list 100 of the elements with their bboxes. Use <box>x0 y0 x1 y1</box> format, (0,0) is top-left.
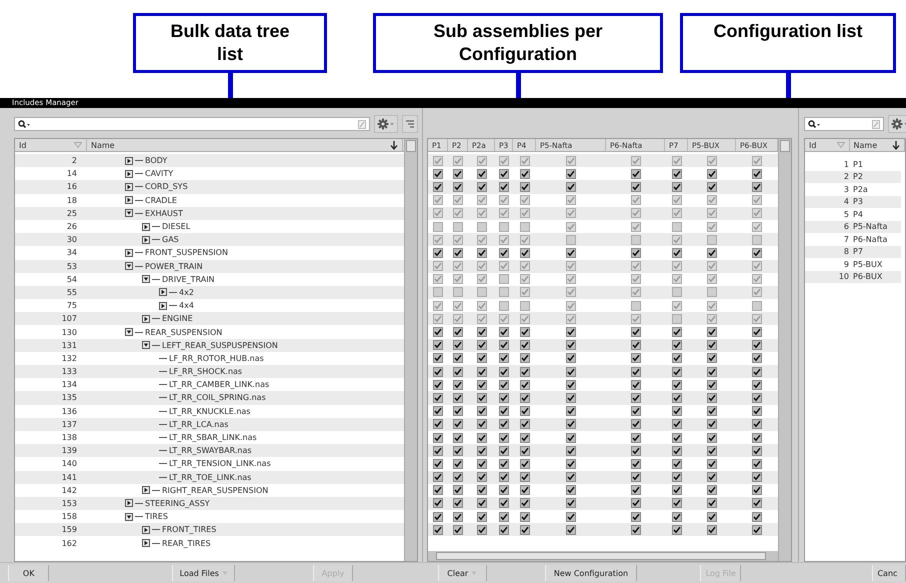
checkbox[interactable] <box>499 498 509 508</box>
checkbox[interactable] <box>566 168 576 179</box>
checkbox[interactable] <box>630 234 640 245</box>
checkbox[interactable] <box>453 248 463 258</box>
checkbox[interactable] <box>630 524 640 535</box>
expand-toggle-icon[interactable] <box>142 486 150 494</box>
clear-field-icon[interactable] <box>872 120 880 128</box>
checkbox[interactable] <box>630 248 640 258</box>
checkbox[interactable] <box>476 287 486 298</box>
checkbox[interactable] <box>476 406 486 416</box>
checkbox[interactable] <box>520 472 530 482</box>
expand-toggle-icon[interactable] <box>125 156 133 165</box>
checkbox[interactable] <box>672 195 682 206</box>
checkbox[interactable] <box>476 380 486 390</box>
checkbox[interactable] <box>566 314 576 324</box>
checkbox[interactable] <box>499 524 509 535</box>
tree-item-label[interactable]: DRIVE_TRAIN <box>162 274 215 284</box>
checkbox[interactable] <box>752 248 762 258</box>
checkbox[interactable] <box>476 168 486 179</box>
checkbox[interactable] <box>672 314 682 324</box>
checkbox[interactable] <box>672 380 682 390</box>
checkbox[interactable] <box>707 366 717 377</box>
tree-item-label[interactable]: LF_RR_SHOCK.nas <box>169 367 242 376</box>
checkbox[interactable] <box>630 472 640 482</box>
checkbox[interactable] <box>476 182 486 192</box>
checkbox[interactable] <box>499 380 509 390</box>
button[interactable]: Clear <box>438 565 487 581</box>
expand-toggle-icon[interactable] <box>142 539 150 548</box>
checkbox[interactable] <box>453 485 463 496</box>
checkbox[interactable] <box>433 261 443 272</box>
checkbox[interactable] <box>672 406 682 416</box>
checkbox[interactable] <box>520 353 530 364</box>
vertical-scrollbar[interactable] <box>778 139 791 561</box>
checkbox[interactable] <box>707 419 717 430</box>
checkbox[interactable] <box>707 208 717 218</box>
checkbox[interactable] <box>520 432 530 443</box>
vertical-scrollbar[interactable] <box>404 139 417 561</box>
checkbox[interactable] <box>630 274 640 284</box>
checkbox[interactable] <box>630 208 640 218</box>
checkbox[interactable] <box>566 182 576 192</box>
scrollbar-thumb[interactable] <box>436 552 766 560</box>
checkbox[interactable] <box>499 392 509 403</box>
column-header[interactable]: Name <box>854 140 878 150</box>
checkbox[interactable] <box>476 485 486 496</box>
checkbox[interactable] <box>752 287 762 298</box>
checkbox[interactable] <box>707 182 717 192</box>
search-field[interactable] <box>804 117 884 131</box>
checkbox[interactable] <box>752 380 762 390</box>
checkbox[interactable] <box>499 195 509 206</box>
checkbox[interactable] <box>630 222 640 232</box>
checkbox[interactable] <box>707 498 717 508</box>
checkbox[interactable] <box>672 327 682 338</box>
checkbox[interactable] <box>476 222 486 232</box>
checkbox[interactable] <box>520 524 530 535</box>
tree-item-label[interactable]: DIESEL <box>162 222 190 232</box>
checkbox[interactable] <box>476 274 486 284</box>
checkbox[interactable] <box>672 234 682 245</box>
checkbox[interactable] <box>630 366 640 377</box>
checkbox[interactable] <box>630 314 640 324</box>
checkbox[interactable] <box>520 458 530 469</box>
checkbox[interactable] <box>630 380 640 390</box>
checkbox[interactable] <box>453 156 463 166</box>
tree-item-label[interactable]: CAVITY <box>145 169 174 178</box>
checkbox[interactable] <box>453 512 463 522</box>
expand-toggle-icon[interactable] <box>159 302 167 310</box>
collapse-toggle-icon[interactable] <box>142 275 150 284</box>
checkbox[interactable] <box>520 380 530 390</box>
checkbox[interactable] <box>520 248 530 258</box>
checkbox[interactable] <box>453 222 463 232</box>
checkbox[interactable] <box>433 512 443 522</box>
checkbox[interactable] <box>566 234 576 245</box>
checkbox[interactable] <box>499 406 509 416</box>
button[interactable]: Load Files <box>172 565 236 581</box>
checkbox[interactable] <box>672 222 682 232</box>
tree-item-label[interactable]: LT_RR_COIL_SPRING.nas <box>169 393 266 402</box>
checkbox[interactable] <box>566 432 576 443</box>
checkbox[interactable] <box>630 168 640 179</box>
configuration-name[interactable]: P1 <box>853 160 863 169</box>
checkbox[interactable] <box>566 208 576 218</box>
checkbox[interactable] <box>672 485 682 496</box>
checkbox[interactable] <box>520 208 530 218</box>
collapse-toggle-icon[interactable] <box>142 341 150 350</box>
checkbox[interactable] <box>707 353 717 364</box>
checkbox[interactable] <box>453 234 463 245</box>
checkbox[interactable] <box>566 458 576 469</box>
checkbox[interactable] <box>707 446 717 456</box>
checkbox[interactable] <box>630 182 640 192</box>
checkbox[interactable] <box>752 512 762 522</box>
checkbox[interactable] <box>707 472 717 482</box>
collapse-toggle-icon[interactable] <box>125 328 133 336</box>
checkbox[interactable] <box>433 248 443 258</box>
checkbox[interactable] <box>566 392 576 403</box>
checkbox[interactable] <box>672 366 682 377</box>
checkbox[interactable] <box>672 419 682 430</box>
checkbox[interactable] <box>752 156 762 166</box>
checkbox[interactable] <box>453 458 463 469</box>
checkbox[interactable] <box>752 392 762 403</box>
tree-item-label[interactable]: TIRES <box>145 512 168 522</box>
expand-toggle-icon[interactable] <box>142 314 150 323</box>
checkbox[interactable] <box>520 222 530 232</box>
